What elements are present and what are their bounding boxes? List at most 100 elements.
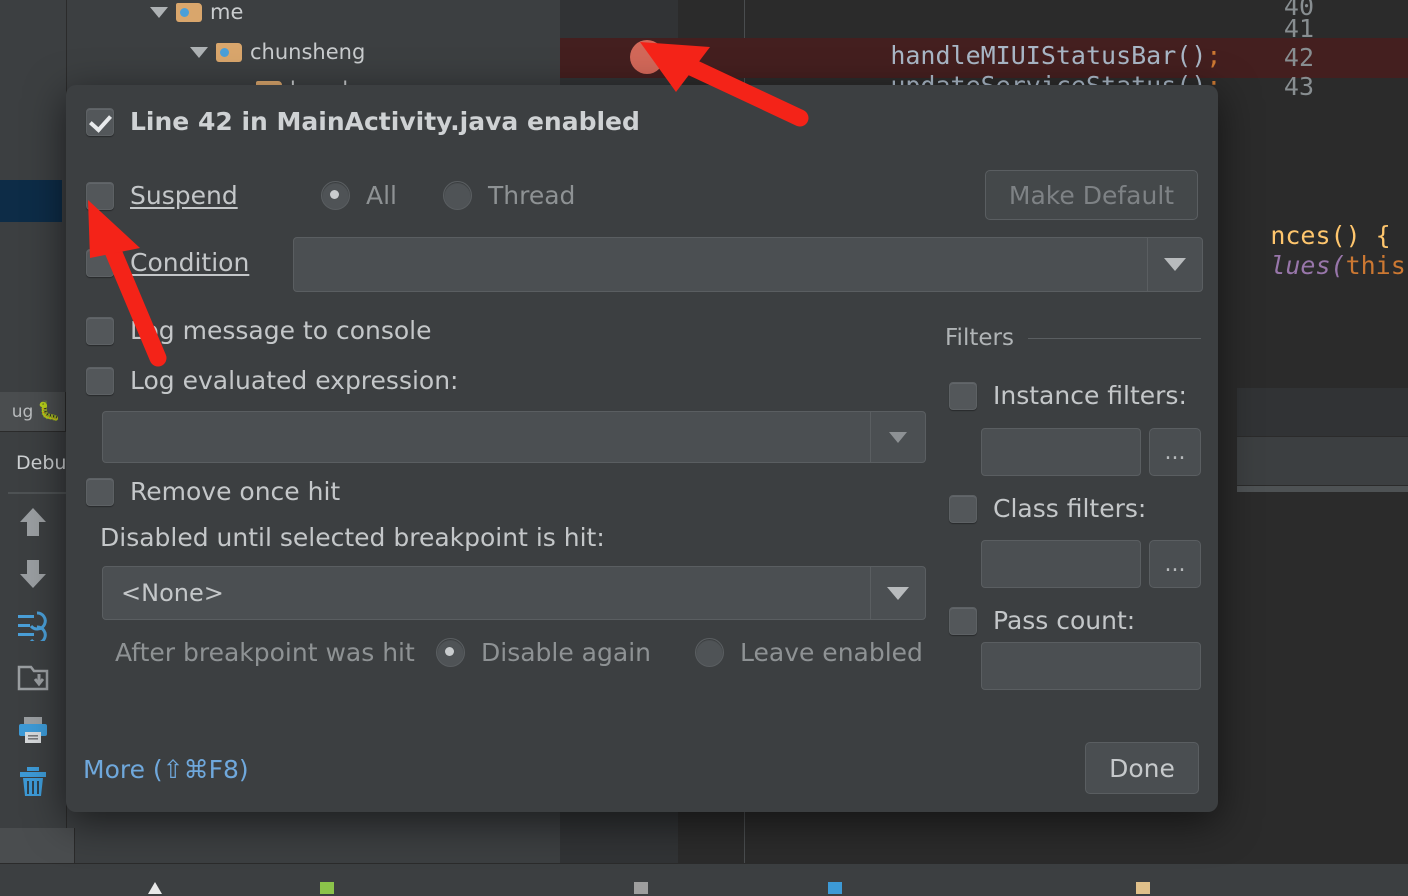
- suspend-thread-radio[interactable]: [443, 181, 472, 210]
- code-token: this: [1346, 251, 1406, 280]
- bug-icon: 🐛: [37, 402, 61, 421]
- disabled-until-dropdown-button[interactable]: [870, 567, 925, 619]
- condition-input[interactable]: [294, 237, 1147, 292]
- tree-node-label: me: [210, 0, 243, 24]
- status-icon: [320, 882, 334, 894]
- more-link[interactable]: More (⇧⌘F8): [83, 755, 249, 784]
- disabled-until-value: <None>: [103, 579, 870, 607]
- instance-filters-label: Instance filters:: [993, 381, 1187, 410]
- status-icon: [828, 882, 842, 894]
- after-hit-leave-enabled-option[interactable]: Leave enabled: [695, 638, 923, 667]
- instance-filters-field[interactable]: [981, 428, 1141, 476]
- condition-row[interactable]: Condition: [86, 248, 249, 277]
- legend-divider: [1028, 338, 1201, 339]
- tree-node-me[interactable]: me: [150, 0, 243, 24]
- suspend-all-label: All: [366, 181, 397, 210]
- toggle-breakpoints-icon[interactable]: [16, 609, 50, 643]
- pass-count-field[interactable]: [981, 642, 1201, 690]
- tool-window-splitter[interactable]: [1237, 486, 1408, 492]
- status-bar-left-box: [0, 828, 75, 864]
- line-number: 43: [1284, 72, 1314, 101]
- class-filters-row[interactable]: Class filters:: [949, 494, 1146, 523]
- code-token: lues(: [1270, 251, 1345, 280]
- after-hit-disable-again-option[interactable]: Disable again: [436, 638, 651, 667]
- line-number: 42: [1284, 43, 1314, 72]
- breakpoint-enabled-row[interactable]: Line 42 in MainActivity.java enabled: [86, 107, 640, 136]
- instance-filters-browse-button[interactable]: ...: [1149, 428, 1201, 476]
- condition-combobox[interactable]: [293, 237, 1203, 292]
- tool-window-row[interactable]: [1237, 437, 1408, 486]
- divider: [8, 492, 68, 494]
- arrow-up-icon[interactable]: [16, 505, 50, 539]
- log-expression-label: Log evaluated expression:: [130, 366, 458, 395]
- status-icon: [1136, 882, 1150, 894]
- arrow-down-icon[interactable]: [16, 557, 50, 591]
- make-default-button[interactable]: Make Default: [985, 170, 1198, 220]
- dialog-title: Line 42 in MainActivity.java enabled: [130, 107, 640, 136]
- breakpoint-enabled-checkbox[interactable]: [86, 108, 114, 136]
- leave-enabled-radio[interactable]: [695, 638, 724, 667]
- tool-window-rows: [1237, 388, 1408, 492]
- class-filters-field[interactable]: [981, 540, 1141, 588]
- disabled-until-combobox[interactable]: <None>: [102, 566, 926, 620]
- filters-legend: Filters: [945, 325, 1201, 351]
- pass-count-row[interactable]: Pass count:: [949, 606, 1135, 635]
- log-message-row[interactable]: Log message to console: [86, 316, 431, 345]
- log-message-checkbox[interactable]: [86, 317, 114, 345]
- suspend-checkbox[interactable]: [86, 182, 114, 210]
- tree-node-chunsheng[interactable]: chunsheng: [190, 40, 365, 64]
- chevron-down-icon[interactable]: [190, 47, 208, 58]
- disable-again-radio[interactable]: [436, 638, 465, 667]
- tree-node-label: chunsheng: [250, 40, 365, 64]
- log-message-label: Log message to console: [130, 316, 431, 345]
- condition-checkbox[interactable]: [86, 249, 114, 277]
- suspend-all-radio[interactable]: [321, 181, 350, 210]
- suspend-thread-label: Thread: [488, 181, 575, 210]
- chevron-down-icon[interactable]: [150, 7, 168, 18]
- tool-window-row[interactable]: [1237, 388, 1408, 437]
- selected-list-row[interactable]: [0, 180, 62, 222]
- filters-legend-label: Filters: [945, 325, 1014, 351]
- suspend-row[interactable]: Suspend: [86, 181, 238, 210]
- log-expression-combobox[interactable]: [102, 411, 926, 463]
- remove-once-hit-row[interactable]: Remove once hit: [86, 477, 340, 506]
- log-expression-input[interactable]: [103, 411, 870, 463]
- instance-filters-row[interactable]: Instance filters:: [949, 381, 1187, 410]
- log-expression-dropdown-button[interactable]: [870, 412, 925, 462]
- suspend-label: Suspend: [130, 181, 238, 210]
- log-expression-checkbox[interactable]: [86, 367, 114, 395]
- print-icon[interactable]: [16, 713, 50, 747]
- condition-label: Condition: [130, 248, 249, 277]
- export-icon[interactable]: [16, 661, 50, 695]
- done-button[interactable]: Done: [1085, 742, 1199, 794]
- class-filters-browse-button[interactable]: ...: [1149, 540, 1201, 588]
- suspend-thread-option[interactable]: Thread: [443, 181, 575, 210]
- condition-dropdown-button[interactable]: [1147, 238, 1202, 291]
- line-number: 41: [1284, 14, 1314, 43]
- chevron-down-icon: [1164, 258, 1186, 271]
- pass-count-checkbox[interactable]: [949, 607, 977, 635]
- after-hit-label: After breakpoint was hit: [115, 638, 415, 667]
- debug-toolbar: [0, 505, 66, 799]
- class-filters-checkbox[interactable]: [949, 495, 977, 523]
- breakpoint-properties-dialog: Line 42 in MainActivity.java enabled Sus…: [66, 85, 1218, 812]
- package-folder-icon: [216, 43, 242, 62]
- remove-once-hit-checkbox[interactable]: [86, 478, 114, 506]
- breakpoint-gutter-icon[interactable]: [630, 40, 664, 74]
- pass-count-label: Pass count:: [993, 606, 1135, 635]
- status-bar: [0, 863, 1408, 896]
- chevron-down-icon: [889, 432, 907, 443]
- status-icon: [148, 882, 162, 894]
- disabled-until-label: Disabled until selected breakpoint is hi…: [100, 523, 605, 552]
- disable-again-label: Disable again: [481, 638, 651, 667]
- debug-tool-window-tab[interactable]: ug 🐛: [0, 392, 66, 432]
- package-folder-icon: [176, 3, 202, 22]
- suspend-all-option[interactable]: All: [321, 181, 397, 210]
- status-icon: [634, 882, 648, 894]
- trash-icon[interactable]: [16, 765, 50, 799]
- chevron-down-icon: [887, 587, 909, 600]
- remove-once-hit-label: Remove once hit: [130, 477, 340, 506]
- leave-enabled-label: Leave enabled: [740, 638, 923, 667]
- log-expression-row[interactable]: Log evaluated expression:: [86, 366, 458, 395]
- instance-filters-checkbox[interactable]: [949, 382, 977, 410]
